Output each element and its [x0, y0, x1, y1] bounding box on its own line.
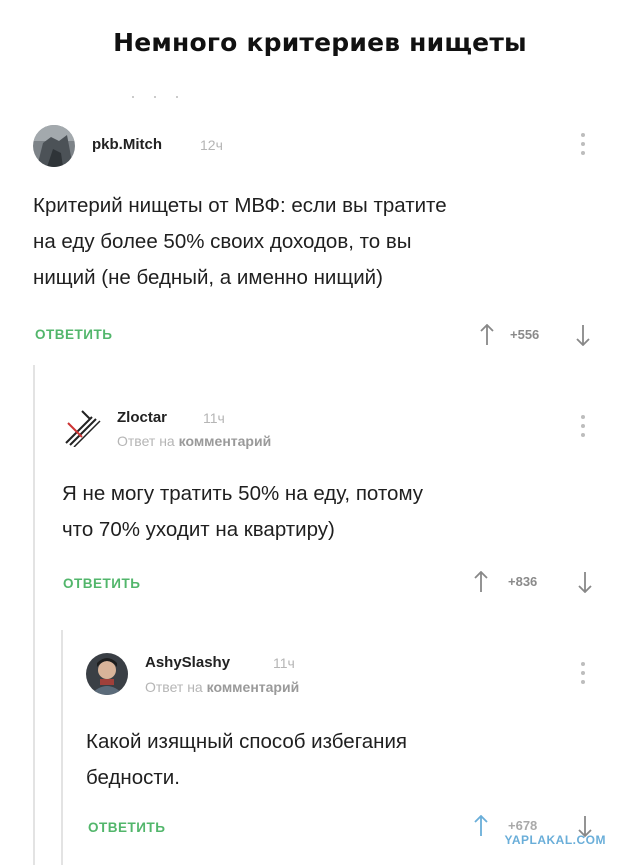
watermark: YAPLAKAL.COM: [504, 833, 606, 847]
comment-text: Какой изящный способ избегания бедности.: [86, 730, 408, 789]
comment-time: 11ч: [273, 655, 295, 671]
more-options-icon[interactable]: [580, 662, 586, 686]
avatar[interactable]: [86, 653, 128, 695]
reply-to-link[interactable]: комментарий: [207, 679, 300, 695]
vote-score: +678: [508, 818, 538, 833]
comment-3: AshySlashy 11ч Ответ на комментарий Како…: [0, 0, 640, 865]
upvote-icon[interactable]: [474, 815, 488, 837]
comment-author[interactable]: AshySlashy: [145, 654, 230, 671]
reply-to-label: Ответ на комментарий: [145, 679, 300, 695]
reply-button[interactable]: ОТВЕТИТЬ: [88, 820, 165, 835]
